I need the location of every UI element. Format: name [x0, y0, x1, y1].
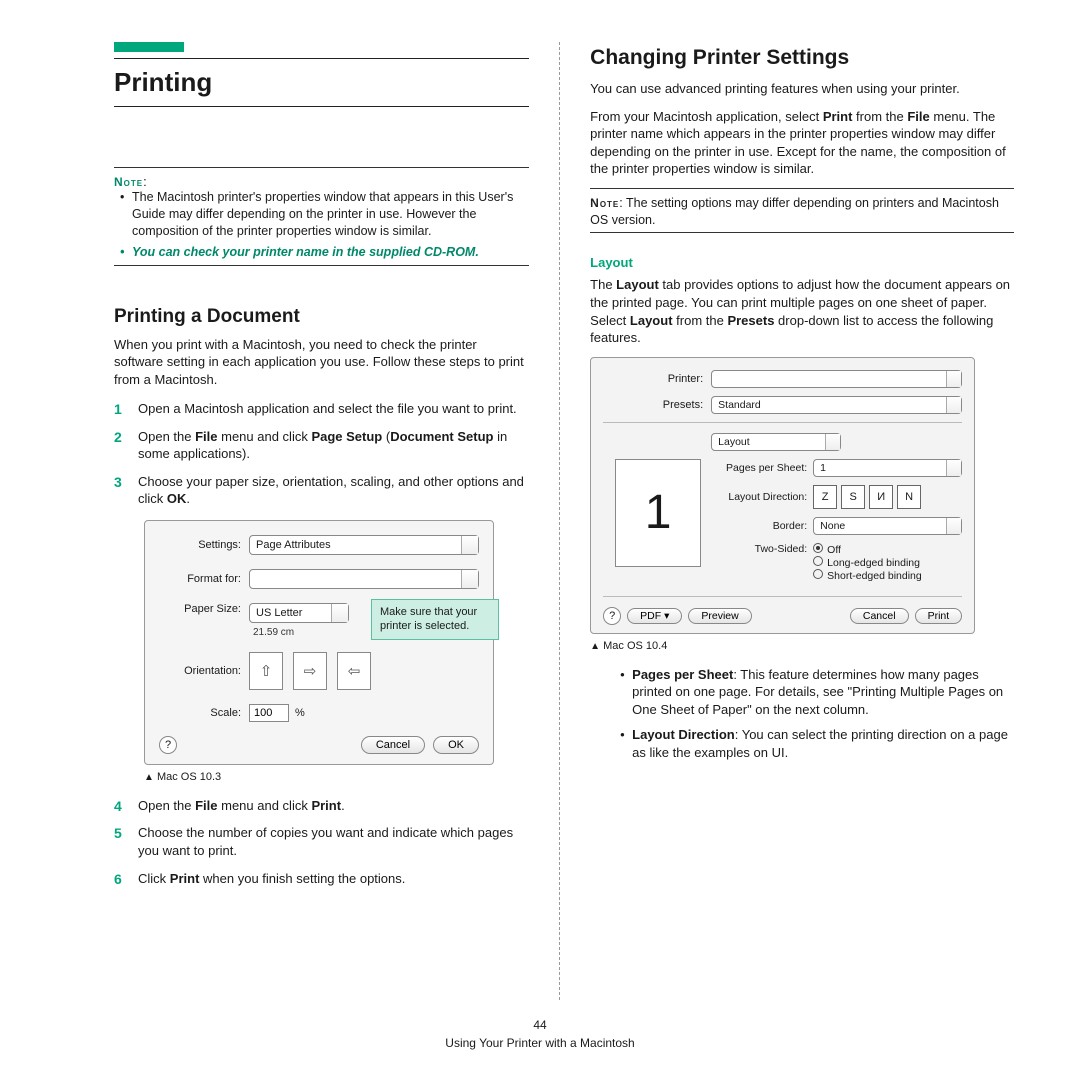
- title-rule-top: [114, 58, 529, 59]
- pps-combo[interactable]: 1▴▾: [813, 459, 962, 477]
- note-rule-top: [114, 167, 529, 168]
- right-column: Changing Printer Settings You can use ad…: [560, 42, 1044, 1000]
- bullet-pps: Pages per Sheet: This feature determines…: [622, 666, 1014, 719]
- printer-label: Printer:: [603, 373, 711, 385]
- callout-printer-selected: Make sure that your printer is selected.: [371, 599, 499, 641]
- title-rule-bottom: [114, 106, 529, 107]
- layout-subhead: Layout: [590, 255, 1014, 270]
- print-dialog: Printer: ▴▾ Presets: Standard▴▾ Layout▴▾…: [590, 357, 975, 634]
- settings-combo[interactable]: Page Attributes▴▾: [249, 535, 479, 555]
- pps-label: Pages per Sheet:: [711, 462, 813, 474]
- step-5: Choose the number of copies you want and…: [114, 824, 529, 859]
- step-1: Open a Macintosh application and select …: [114, 400, 529, 418]
- presets-label: Presets:: [603, 399, 711, 411]
- settings-label: Settings:: [159, 539, 249, 551]
- orientation-landscape[interactable]: ⇨: [293, 652, 327, 690]
- presets-combo[interactable]: Standard▴▾: [711, 396, 962, 414]
- dialog-caption: ▲ Mac OS 10.3: [144, 771, 529, 783]
- section-heading: Printing a Document: [114, 306, 529, 328]
- orientation-landscape-rev[interactable]: ⇦: [337, 652, 371, 690]
- dir-option-4[interactable]: N: [897, 485, 921, 509]
- page-setup-dialog: Settings: Page Attributes▴▾ Format for: …: [144, 520, 494, 765]
- step-2: Open the File menu and click Page Setup …: [114, 428, 529, 463]
- step-4: Open the File menu and click Print.: [114, 797, 529, 815]
- page-number: 44: [0, 1016, 1080, 1034]
- cancel-button[interactable]: Cancel: [850, 608, 909, 624]
- two-sided-off[interactable]: Off: [813, 543, 922, 556]
- bullet-dir: Layout Direction: You can select the pri…: [622, 726, 1014, 761]
- right-intro-2: From your Macintosh application, select …: [590, 108, 1014, 178]
- layout-body: The Layout tab provides options to adjus…: [590, 276, 1014, 346]
- panel-combo[interactable]: Layout▴▾: [711, 433, 841, 451]
- ok-button[interactable]: OK: [433, 736, 479, 754]
- scale-input[interactable]: [249, 704, 289, 722]
- border-label: Border:: [711, 520, 813, 532]
- left-column: Printing Note: The Macintosh printer's p…: [36, 42, 560, 1000]
- help-icon[interactable]: ?: [159, 736, 177, 754]
- section-intro: When you print with a Macintosh, you nee…: [114, 336, 529, 389]
- note-block: Note: The Macintosh printer's properties…: [114, 174, 529, 261]
- paper-size-label: Paper Size:: [159, 603, 249, 615]
- scale-suffix: %: [295, 707, 305, 719]
- cancel-button[interactable]: Cancel: [361, 736, 425, 754]
- running-footer: Using Your Printer with a Macintosh: [0, 1034, 1080, 1052]
- dialog2-caption: ▲ Mac OS 10.4: [590, 640, 1014, 652]
- right-note: Note: The setting options may differ dep…: [590, 195, 1014, 229]
- orientation-portrait[interactable]: ⇧: [249, 652, 283, 690]
- preview-button[interactable]: Preview: [688, 608, 751, 624]
- note-item: The Macintosh printer's properties windo…: [120, 189, 529, 240]
- paper-size-combo[interactable]: US Letter▴▾: [249, 603, 349, 623]
- right-title: Changing Printer Settings: [590, 46, 1014, 70]
- orientation-label: Orientation:: [159, 665, 249, 677]
- format-for-combo[interactable]: ▴▾: [249, 569, 479, 589]
- dir-option-2[interactable]: S: [841, 485, 865, 509]
- note-item-emph: You can check your printer name in the s…: [120, 244, 529, 261]
- right-note-rule-bottom: [590, 232, 1014, 233]
- right-intro-1: You can use advanced printing features w…: [590, 80, 1014, 98]
- help-icon[interactable]: ?: [603, 607, 621, 625]
- dir-option-1[interactable]: Z: [813, 485, 837, 509]
- scale-label: Scale:: [159, 707, 249, 719]
- page-title: Printing: [114, 67, 529, 98]
- two-sided-label: Two-Sided:: [711, 543, 813, 555]
- page-footer: 44 Using Your Printer with a Macintosh: [0, 1016, 1080, 1052]
- border-combo[interactable]: None▴▾: [813, 517, 962, 535]
- accent-bar: [114, 42, 184, 52]
- printer-combo[interactable]: ▴▾: [711, 370, 962, 388]
- note-rule-bottom: [114, 265, 529, 266]
- format-for-label: Format for:: [159, 573, 249, 585]
- print-button[interactable]: Print: [915, 608, 963, 624]
- two-sided-long[interactable]: Long-edged binding: [813, 556, 922, 569]
- dir-label: Layout Direction:: [711, 491, 813, 503]
- right-note-rule-top: [590, 188, 1014, 189]
- note-label: Note: [114, 175, 143, 189]
- step-3: Choose your paper size, orientation, sca…: [114, 473, 529, 508]
- dir-option-3[interactable]: И: [869, 485, 893, 509]
- layout-preview: 1: [615, 459, 701, 567]
- step-6: Click Print when you finish setting the …: [114, 870, 529, 888]
- pdf-menu-button[interactable]: PDF ▾: [627, 608, 682, 624]
- two-sided-short[interactable]: Short-edged binding: [813, 569, 922, 582]
